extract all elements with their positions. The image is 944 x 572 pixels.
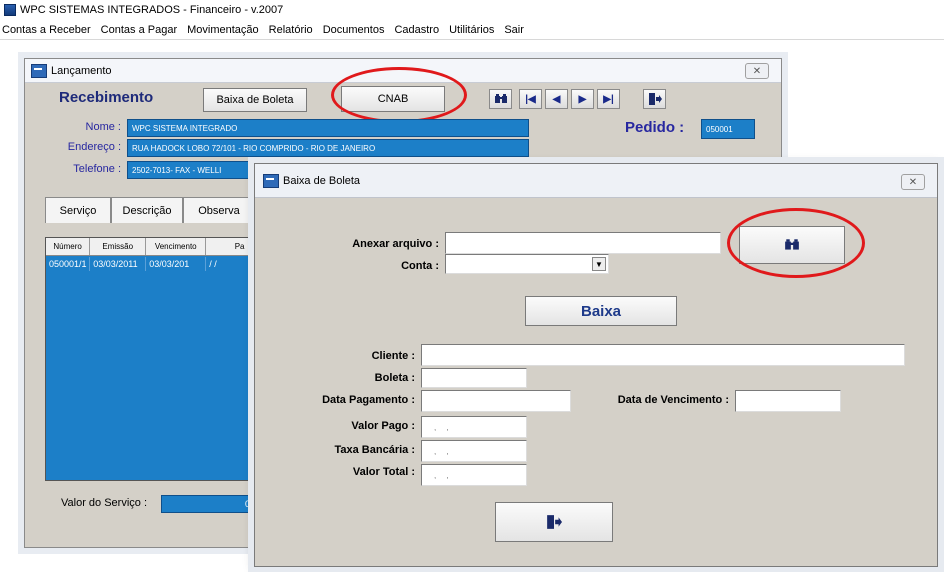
dialog-close-icon[interactable]: ✕ (901, 174, 925, 190)
tab-servico[interactable]: Serviço (45, 197, 111, 223)
close-icon[interactable]: ✕ (745, 63, 769, 79)
col-emissao[interactable]: Emissão (90, 238, 147, 255)
menu-relatorio[interactable]: Relatório (269, 24, 313, 36)
dialog-titlebar: Baixa de Boleta (255, 164, 937, 198)
anexar-arquivo-label: Anexar arquivo : (352, 238, 439, 250)
baixa-button[interactable]: Baixa (525, 296, 677, 326)
nome-field[interactable]: WPC SISTEMA INTEGRADO (127, 119, 529, 137)
valor-pago-label: Valor Pago : (351, 420, 415, 432)
menu-movimentacao[interactable]: Movimentação (187, 24, 259, 36)
boleta-input[interactable] (421, 368, 527, 388)
menu-contas-receber[interactable]: Contas a Receber (2, 24, 91, 36)
tab-descricao[interactable]: Descrição (111, 197, 183, 223)
binoculars-icon (494, 94, 507, 103)
menu-contas-pagar[interactable]: Contas a Pagar (101, 24, 177, 36)
anexar-arquivo-input[interactable] (445, 232, 721, 254)
cliente-input[interactable] (421, 344, 905, 366)
grid-header: Número Emissão Vencimento Pa (46, 238, 275, 256)
menu-cadastro[interactable]: Cadastro (394, 24, 439, 36)
first-record-button[interactable]: |◀ (519, 89, 542, 109)
taxa-bancaria-input[interactable]: , , (421, 440, 527, 462)
col-vencimento[interactable]: Vencimento (146, 238, 207, 255)
dialog-app-icon (263, 173, 279, 188)
next-record-button[interactable]: ▶ (571, 89, 594, 109)
last-record-button[interactable]: ▶| (597, 89, 620, 109)
exit-door-icon (648, 93, 662, 105)
conta-select[interactable]: ▼ (445, 254, 609, 274)
menu-sair[interactable]: Sair (504, 24, 524, 36)
data-vencimento-input[interactable] (735, 390, 841, 412)
app-title: WPC SISTEMAS INTEGRADOS - Financeiro - v… (20, 4, 284, 16)
app-logo-icon (4, 4, 16, 16)
menu-bar: Contas a Receber Contas a Pagar Moviment… (0, 20, 944, 40)
previous-record-button[interactable]: ◀ (545, 89, 568, 109)
exit-button[interactable] (643, 89, 666, 109)
boleta-label: Boleta : (374, 372, 415, 384)
endereco-label: Endereço : (67, 141, 121, 153)
col-numero[interactable]: Número (46, 238, 91, 255)
valor-total-input[interactable]: , , (421, 464, 527, 486)
valor-servico-field[interactable]: 0 (161, 495, 255, 513)
data-vencimento-label: Data de Vencimento : (617, 394, 729, 406)
pedido-field[interactable]: 050001 (701, 119, 755, 139)
taxa-bancaria-label: Taxa Bancária : (334, 444, 415, 456)
app-title-bar: WPC SISTEMAS INTEGRADOS - Financeiro - v… (0, 0, 944, 20)
baixa-boleta-dialog: Baixa de Boleta ✕ Anexar arquivo : Conta… (254, 163, 938, 567)
highlight-circle-browse (727, 208, 865, 278)
cell-numero: 050001/1 (46, 257, 91, 271)
heading-recebimento: Recebimento (59, 89, 154, 106)
data-pagamento-label: Data Pagamento : (322, 394, 415, 406)
services-grid[interactable]: Número Emissão Vencimento Pa 050001/1 03… (45, 237, 275, 481)
lancamento-title: Lançamento (51, 64, 112, 77)
telefone-field[interactable]: 2502-7013- FAX - WELLI (127, 161, 257, 179)
valor-total-label: Valor Total : (352, 466, 415, 478)
pedido-label: Pedido : (625, 119, 685, 136)
conta-label: Conta : (401, 260, 439, 272)
menu-documentos[interactable]: Documentos (323, 24, 385, 36)
telefone-label: Telefone : (73, 163, 121, 175)
search-binoculars-button[interactable] (489, 89, 512, 109)
highlight-circle-cnab (331, 67, 467, 123)
window-app-icon (31, 63, 47, 78)
cell-vencimento: 03/03/201 (146, 257, 207, 271)
data-pagamento-input[interactable] (421, 390, 571, 412)
menu-utilitarios[interactable]: Utilitários (449, 24, 494, 36)
dropdown-arrow-icon[interactable]: ▼ (592, 257, 606, 271)
tab-observacao[interactable]: Observa (183, 197, 255, 223)
baixa-de-boleta-button[interactable]: Baixa de Boleta (203, 88, 307, 112)
dialog-title: Baixa de Boleta (283, 174, 361, 187)
cliente-label: Cliente : (371, 350, 415, 362)
exit-dialog-button[interactable] (495, 502, 613, 542)
endereco-field[interactable]: RUA HADOCK LOBO 72/101 - RIO COMPRIDO - … (127, 139, 529, 157)
exit-door-icon (547, 515, 562, 529)
nome-label: Nome : (85, 121, 121, 133)
cell-emissao: 03/03/2011 (90, 257, 147, 271)
valor-servico-label: Valor do Serviço : (61, 497, 148, 509)
valor-pago-input[interactable]: , , (421, 416, 527, 438)
table-row[interactable]: 050001/1 03/03/2011 03/03/201 / / (46, 257, 274, 271)
